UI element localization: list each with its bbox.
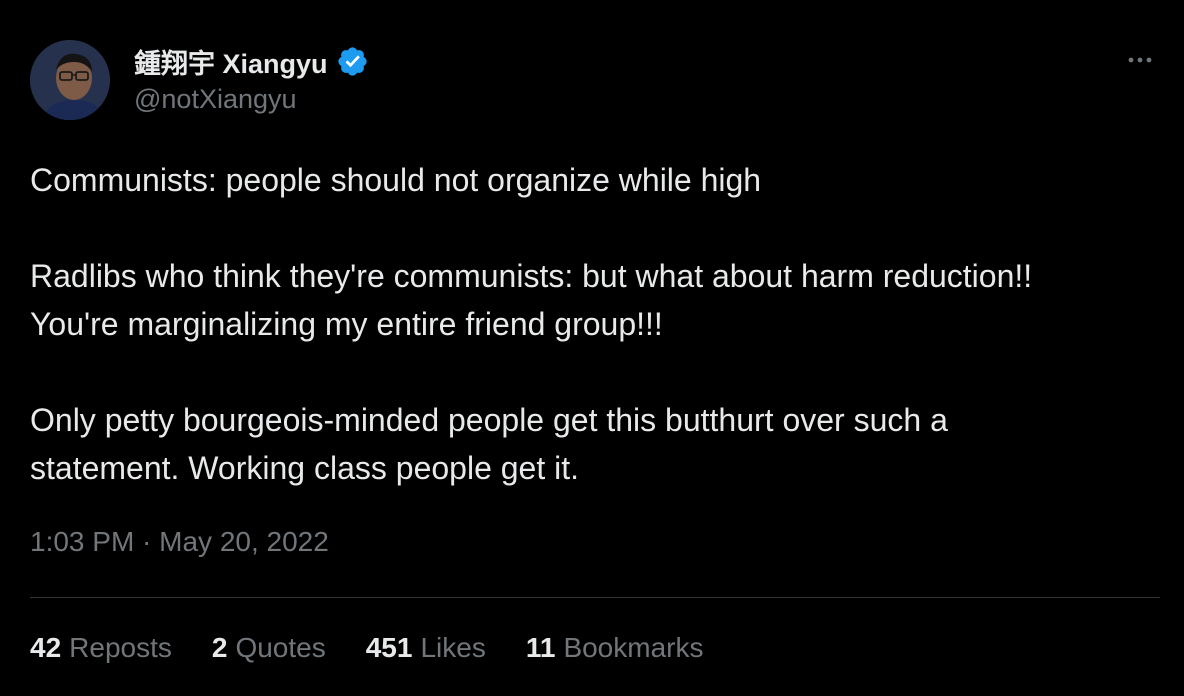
verified-badge-icon: [336, 45, 369, 78]
likes-stat[interactable]: 451 Likes: [366, 632, 486, 664]
reposts-label: Reposts: [69, 632, 172, 663]
tweet-timestamp[interactable]: 1:03 PM · May 20, 2022: [30, 526, 329, 558]
quotes-label: Quotes: [235, 632, 326, 663]
quotes-count: 2: [211, 632, 228, 663]
likes-count: 451: [365, 632, 413, 663]
tweet-stats: 42 Reposts 2 Quotes 451 Likes 11 Bookmar…: [30, 632, 703, 664]
divider: [30, 597, 1160, 598]
tweet-paragraph: Communists: people should not organize w…: [30, 162, 762, 198]
tweet-card: 鍾翔宇 Xiangyu @notXiangyu Communists: peop…: [0, 0, 1184, 696]
reposts-stat[interactable]: 42 Reposts: [30, 632, 172, 664]
author-name-row: 鍾翔宇 Xiangyu: [134, 41, 369, 81]
bookmarks-label: Bookmarks: [563, 632, 704, 663]
avatar[interactable]: [30, 40, 110, 120]
tweet-paragraph: Radlibs who think they're communists: bu…: [30, 258, 1033, 342]
quotes-stat[interactable]: 2 Quotes: [212, 632, 326, 664]
display-name[interactable]: 鍾翔宇 Xiangyu: [134, 42, 328, 81]
reposts-count: 42: [30, 632, 62, 663]
author-handle[interactable]: @notXiangyu: [134, 84, 297, 115]
bookmarks-count: 11: [525, 632, 556, 663]
tweet-text: Communists: people should not organize w…: [30, 156, 1160, 492]
tweet-paragraph: Only petty bourgeois-minded people get t…: [30, 402, 948, 486]
avatar-image: [30, 40, 110, 120]
likes-label: Likes: [420, 632, 486, 663]
bookmarks-stat[interactable]: 11 Bookmarks: [526, 632, 704, 664]
more-horizontal-icon[interactable]: [1122, 46, 1158, 74]
